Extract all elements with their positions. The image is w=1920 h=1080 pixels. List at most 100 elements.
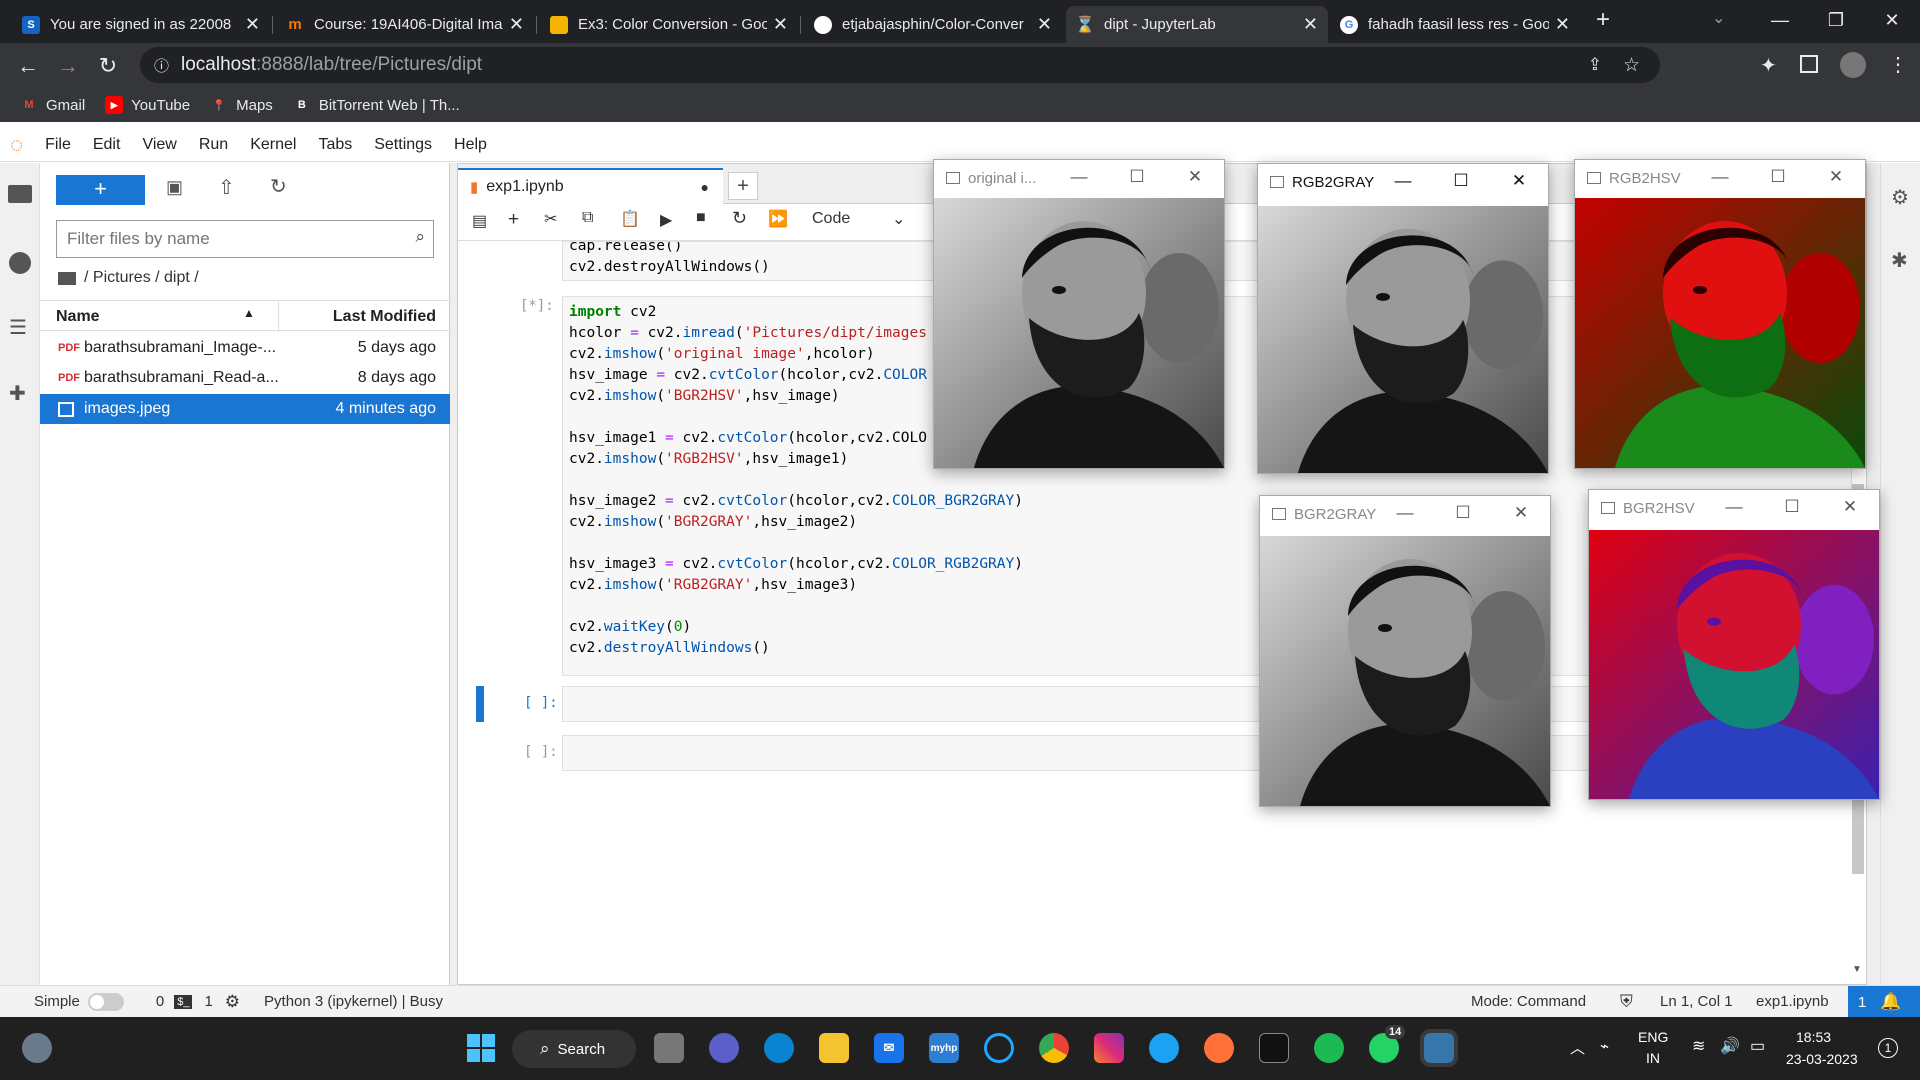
restore-icon[interactable]: ❐	[1808, 0, 1864, 40]
cursor-position[interactable]: Ln 1, Col 1	[1660, 993, 1733, 1010]
menu-help[interactable]: Help	[454, 136, 487, 154]
file-row[interactable]: PDF barathsubramani_Read-a... 8 days ago	[40, 363, 450, 393]
chevron-up-icon[interactable]: ︿	[1570, 1037, 1585, 1058]
minimize-icon[interactable]: —	[1376, 496, 1434, 532]
clock-time[interactable]: 18:53	[1796, 1029, 1831, 1045]
insert-cell-icon[interactable]: +	[508, 209, 519, 231]
column-last-modified[interactable]: Last Modified	[333, 308, 436, 326]
terminal-icon[interactable]: $_	[174, 994, 193, 1009]
fast-forward-icon[interactable]: ⏩	[768, 209, 788, 229]
refresh-icon[interactable]: ↻	[270, 174, 287, 199]
cv-window-original[interactable]: original i... — ☐ ✕	[933, 159, 1225, 469]
minimize-icon[interactable]: —	[1705, 490, 1763, 526]
close-icon[interactable]: ✕	[1037, 14, 1052, 35]
cut-icon[interactable]: ✂	[544, 209, 557, 229]
edge-icon[interactable]	[764, 1033, 794, 1063]
folder-icon[interactable]	[8, 185, 32, 203]
new-launcher-button[interactable]: +	[56, 175, 145, 205]
firefox-icon[interactable]	[1204, 1033, 1234, 1063]
cv-window-bgr2gray[interactable]: BGR2GRAY — ☐ ✕	[1259, 495, 1551, 807]
close-icon[interactable]: ✕	[1807, 160, 1865, 196]
notebook-tab[interactable]: ▮ exp1.ipynb ●	[458, 168, 723, 204]
cv-window-rgb2gray[interactable]: RGB2GRAY — ☐ ✕	[1257, 163, 1549, 474]
file-filter-field[interactable]: ⌕	[56, 220, 434, 258]
menu-run[interactable]: Run	[199, 136, 228, 154]
wifi-icon[interactable]: ≋	[1692, 1036, 1705, 1056]
close-icon[interactable]: ✕	[773, 14, 788, 35]
file-row[interactable]: PDF barathsubramani_Image-... 5 days ago	[40, 333, 450, 363]
trust-shield-icon[interactable]: ⛨	[1620, 992, 1633, 1012]
browser-tab-5[interactable]: ⌛ dipt - JupyterLab ✕	[1066, 6, 1328, 43]
close-icon[interactable]: ✕	[1821, 490, 1879, 526]
bookmark-bittorrent[interactable]: B BitTorrent Web | Th...	[293, 96, 460, 114]
folder-icon[interactable]	[58, 271, 76, 285]
minimize-icon[interactable]: —	[1374, 164, 1432, 200]
kernel-gear-icon[interactable]: ⚙	[225, 992, 240, 1012]
language-secondary[interactable]: IN	[1646, 1050, 1660, 1066]
forward-icon[interactable]: →	[48, 53, 88, 79]
profile-avatar[interactable]	[1840, 52, 1866, 78]
terminal-app-icon[interactable]	[1259, 1033, 1289, 1063]
debugger-icon[interactable]: ✱	[1891, 248, 1908, 273]
bookmark-gmail[interactable]: M Gmail	[20, 96, 85, 114]
chrome-icon[interactable]	[1039, 1033, 1069, 1063]
browser-tab-2[interactable]: m Course: 19AI406-Digital Ima ✕	[276, 6, 534, 43]
minimize-icon[interactable]: —	[1050, 160, 1108, 196]
extensions-icon[interactable]: ✦	[1760, 53, 1777, 78]
upload-icon[interactable]: ⇧	[218, 175, 235, 200]
network-off-icon[interactable]: ⌁	[1600, 1037, 1609, 1055]
notification-badge[interactable]: 1 🔔	[1848, 986, 1920, 1018]
running-icon[interactable]	[9, 252, 31, 274]
cv-window-bgr2hsv[interactable]: BGR2HSV — ☐ ✕	[1588, 489, 1880, 800]
close-icon[interactable]: ✕	[1555, 14, 1570, 35]
file-explorer-icon[interactable]	[819, 1033, 849, 1063]
bookmark-youtube[interactable]: ▶ YouTube	[105, 96, 190, 114]
minimize-icon[interactable]: —	[1691, 160, 1749, 196]
volume-icon[interactable]: 🔊	[1720, 1036, 1740, 1056]
battery-icon[interactable]: ▭	[1750, 1036, 1765, 1056]
info-icon[interactable]: ⓘ	[154, 55, 169, 76]
cv-window-titlebar[interactable]: original i... — ☐ ✕	[934, 160, 1224, 196]
close-icon[interactable]: ✕	[509, 14, 524, 35]
cortana-icon[interactable]	[984, 1033, 1014, 1063]
menu-kebab-icon[interactable]: ⋮	[1888, 52, 1908, 77]
maximize-icon[interactable]: ☐	[1432, 164, 1490, 200]
maximize-icon[interactable]: ☐	[1108, 160, 1166, 196]
restart-icon[interactable]: ↻	[732, 208, 747, 229]
clock-date[interactable]: 23-03-2023	[1786, 1051, 1858, 1067]
breadcrumb-path[interactable]: / Pictures / dipt /	[84, 269, 199, 287]
column-name[interactable]: Name	[56, 308, 100, 326]
python-icon[interactable]	[1420, 1029, 1458, 1067]
run-icon[interactable]: ▶	[660, 210, 672, 230]
menu-tabs[interactable]: Tabs	[318, 136, 352, 154]
scroll-down-icon[interactable]: ▼	[1852, 964, 1862, 975]
chevron-down-icon[interactable]: ⌄	[892, 209, 905, 229]
bookmark-maps[interactable]: 📍 Maps	[210, 96, 273, 114]
save-icon[interactable]: ▤	[472, 211, 487, 231]
mail-icon[interactable]: ✉	[874, 1033, 904, 1063]
teams-icon[interactable]	[709, 1033, 739, 1063]
kernel-status[interactable]: Python 3 (ipykernel) | Busy	[264, 993, 443, 1010]
file-filter-input[interactable]	[67, 229, 387, 249]
new-folder-icon[interactable]: ▣	[166, 177, 183, 198]
close-icon[interactable]: ✕	[1166, 160, 1224, 196]
unsaved-dot-icon[interactable]: ●	[701, 179, 709, 195]
cv-window-titlebar[interactable]: RGB2GRAY — ☐ ✕	[1258, 164, 1548, 200]
whatsapp-icon[interactable]: 14	[1369, 1025, 1406, 1063]
puzzle-icon[interactable]: ✚	[9, 381, 26, 406]
cv-window-titlebar[interactable]: RGB2HSV — ☐ ✕	[1575, 160, 1865, 196]
taskbar-search-button[interactable]: ⌕ Search	[512, 1030, 636, 1068]
browser-tab-3[interactable]: Ex3: Color Conversion - Goo ✕	[540, 6, 798, 43]
copy-icon[interactable]: ⧉	[582, 209, 593, 227]
instagram-icon[interactable]	[1094, 1033, 1124, 1063]
notification-center-icon[interactable]: 1	[1878, 1038, 1898, 1058]
cv-window-rgb2hsv[interactable]: RGB2HSV — ☐ ✕	[1574, 159, 1866, 469]
side-panel-icon[interactable]	[1800, 55, 1818, 73]
twitter-icon[interactable]	[1149, 1033, 1179, 1063]
menu-view[interactable]: View	[142, 136, 176, 154]
start-icon[interactable]	[466, 1033, 496, 1063]
tab-search-icon[interactable]: ⌄	[1712, 8, 1725, 28]
toc-icon[interactable]: ☰	[9, 315, 27, 340]
new-tab-button[interactable]: +	[1596, 6, 1610, 34]
cv-window-titlebar[interactable]: BGR2HSV — ☐ ✕	[1589, 490, 1879, 526]
